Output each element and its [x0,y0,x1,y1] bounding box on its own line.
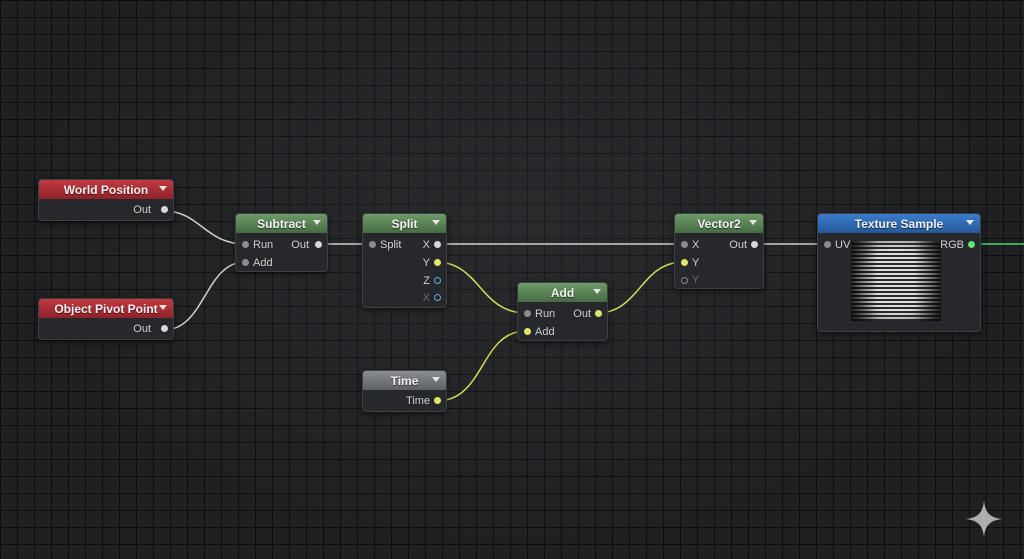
port-label: Time [405,395,430,407]
node-header[interactable]: Object Pivot Point [39,299,173,318]
chevron-down-icon[interactable] [159,186,167,191]
node-title: Object Pivot Point [54,301,158,316]
input-pin[interactable] [242,241,249,248]
node-split[interactable]: Split Split X Y Z X [362,213,447,308]
node-title: Add [550,285,575,300]
port-label: X [422,239,430,251]
port-label: Out [133,204,151,216]
input-pin[interactable] [524,310,531,317]
output-pin[interactable] [595,310,602,317]
input-pin-y-disabled[interactable] [681,277,688,284]
port-label: UV [835,239,851,251]
chevron-down-icon[interactable] [432,377,440,382]
port-label: Y [692,274,700,286]
port-label: Add [253,257,273,269]
port-label: Out [573,308,591,320]
port-label: RGB [940,239,964,251]
wire-split-y-add [435,261,527,314]
port-label: Y [692,257,700,269]
chevron-down-icon[interactable] [966,220,974,225]
port-label: Out [291,239,309,251]
input-pin[interactable] [242,259,249,266]
input-pin-x[interactable] [681,241,688,248]
node-title: Subtract [257,216,306,231]
node-world-position[interactable]: World Position Out [38,179,174,221]
port-label: Out [729,239,747,251]
input-pin[interactable] [369,241,376,248]
output-pin-x[interactable] [434,241,441,248]
node-title: Split [391,216,418,231]
input-pin[interactable] [824,241,831,248]
output-pin-w[interactable] [434,294,441,301]
node-time[interactable]: Time Time [362,370,447,412]
node-header[interactable]: Vector2 [675,214,763,233]
output-pin-z[interactable] [434,277,441,284]
node-header[interactable]: Time [363,371,446,390]
node-texture-sample[interactable]: Texture Sample UV RGB [817,213,981,332]
node-title: Texture Sample [854,216,944,231]
node-graph-canvas[interactable]: World Position Out Object Pivot Point Ou… [0,0,1024,559]
sparkle-icon [966,501,1002,537]
output-pin[interactable] [968,241,975,248]
port-label: Split [380,239,402,251]
port-label: Add [535,326,555,338]
chevron-down-icon[interactable] [159,305,167,310]
node-title: Vector2 [697,216,741,231]
output-pin-y[interactable] [434,259,441,266]
node-object-pivot-point[interactable]: Object Pivot Point Out [38,298,174,340]
input-pin[interactable] [524,328,531,335]
input-pin-y[interactable] [681,259,688,266]
node-subtract[interactable]: Subtract Run Out Add [235,213,328,272]
wire-add-vector2 [596,261,685,314]
port-label: Y [422,257,430,269]
node-add[interactable]: Add Run Out Add [517,282,608,341]
node-header[interactable]: Add [518,283,607,302]
node-header[interactable]: Subtract [236,214,327,233]
node-title: World Position [63,182,149,197]
output-pin[interactable] [315,241,322,248]
port-label: Run [253,239,274,251]
wire-time-add [436,330,527,402]
port-label: Run [535,308,556,320]
port-label: Z [423,275,430,287]
node-header[interactable]: Split [363,214,446,233]
node-vector2[interactable]: Vector2 X Out Y Y [674,213,764,289]
output-pin[interactable] [161,325,168,332]
output-pin[interactable] [434,397,441,404]
output-pin[interactable] [161,206,168,213]
port-label: X [692,239,700,251]
port-label: Out [133,323,151,335]
chevron-down-icon[interactable] [432,220,440,225]
node-title: Time [390,373,419,388]
node-header[interactable]: Texture Sample [818,214,980,233]
port-label: X [422,292,430,304]
output-pin[interactable] [751,241,758,248]
chevron-down-icon[interactable] [313,220,321,225]
wire-pivot-subtract [163,261,246,331]
chevron-down-icon[interactable] [749,220,757,225]
texture-preview-shade [851,241,941,321]
node-header[interactable]: World Position [39,180,173,199]
wire-worldpos-subtract [163,210,246,245]
chevron-down-icon[interactable] [593,289,601,294]
